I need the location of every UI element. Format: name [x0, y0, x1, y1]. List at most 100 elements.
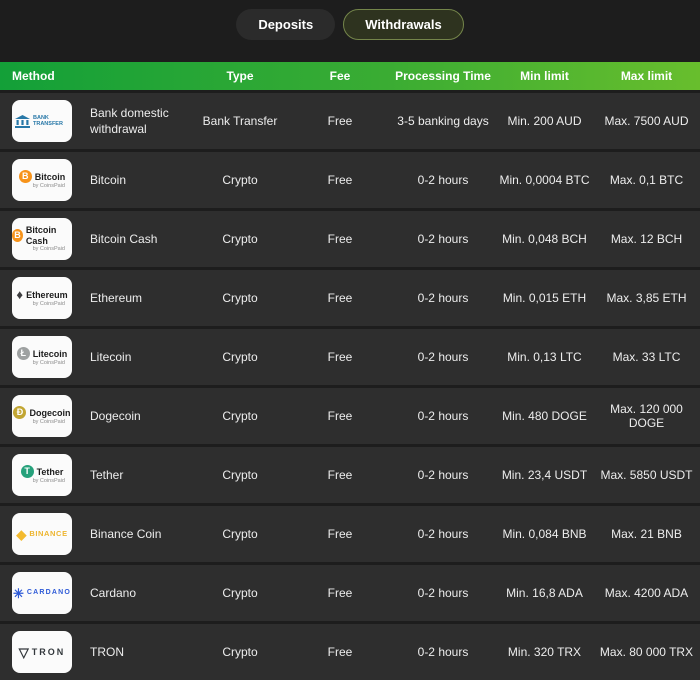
min-limit-cell: Min. 16,8 ADA — [506, 586, 583, 600]
binance-logo: ◆ BINANCE — [12, 513, 72, 555]
col-header-min-limit: Min limit — [520, 69, 569, 83]
method-label: Ethereum — [90, 290, 143, 305]
min-limit-cell: Min. 480 DOGE — [502, 409, 587, 423]
processing-time-cell: 0-2 hours — [417, 527, 469, 541]
max-limit-cell: Max. 7500 AUD — [604, 114, 689, 128]
min-limit-cell: Min. 0,13 LTC — [507, 350, 582, 364]
fee-cell: Free — [327, 232, 353, 246]
table-row: BANK TRANSFER Bank domestic withdrawal B… — [0, 93, 700, 149]
max-limit-cell: Max. 5850 USDT — [600, 468, 693, 482]
coinspaid-byline: by CoinsPaid — [32, 301, 65, 308]
coin-icon: ▽ — [18, 644, 29, 660]
payment-brand-name: TRON — [31, 646, 66, 657]
table-header: Method Type Fee Processing Time Min limi… — [0, 62, 700, 90]
method-cell: T Tether by CoinsPaid Tether — [0, 454, 190, 496]
method-cell: ◆ BINANCE Binance Coin — [0, 513, 190, 555]
coin-icon: Ð — [13, 406, 27, 420]
processing-time-cell: 0-2 hours — [417, 350, 469, 364]
type-cell: Crypto — [222, 350, 258, 364]
method-cell: B Bitcoin Cash by CoinsPaid Bitcoin Cash — [0, 218, 190, 260]
coin-icon: Ł — [16, 347, 30, 361]
method-label: Binance Coin — [90, 526, 162, 541]
coinspaid-byline: by CoinsPaid — [32, 183, 65, 190]
type-cell: Crypto — [222, 409, 258, 423]
coin-icon: ✳ — [12, 585, 24, 601]
table-row: ▽ TRON TRON Crypto Free 0-2 hours Min. 3… — [0, 624, 700, 680]
method-label: Litecoin — [90, 349, 132, 364]
payment-brand-name: Ethereum — [26, 289, 68, 300]
max-limit-cell: Max. 4200 ADA — [604, 586, 689, 600]
tab-withdrawals[interactable]: Withdrawals — [343, 9, 464, 40]
dogecoin-logo: Ð Dogecoin by CoinsPaid — [12, 395, 72, 437]
payment-brand-name: Bitcoin — [34, 171, 66, 182]
tab-deposits[interactable]: Deposits — [236, 9, 336, 40]
max-limit-cell: Max. 80 000 TRX — [599, 645, 694, 659]
col-header-processing-time: Processing Time — [395, 69, 491, 83]
method-label: Cardano — [90, 585, 137, 600]
fee-cell: Free — [327, 173, 353, 187]
tron-logo: ▽ TRON — [12, 631, 72, 673]
ethereum-logo: ♦ Ethereum by CoinsPaid — [12, 277, 72, 319]
coinspaid-byline: by CoinsPaid — [32, 360, 65, 367]
processing-time-cell: 0-2 hours — [417, 173, 469, 187]
max-limit-cell: Max. 12 BCH — [610, 232, 683, 246]
payment-brand-name: Litecoin — [32, 348, 68, 359]
max-limit-cell: Max. 3,85 ETH — [606, 291, 687, 305]
min-limit-cell: Min. 0,048 BCH — [502, 232, 587, 246]
max-limit-cell: Max. 0,1 BTC — [609, 173, 684, 187]
coinspaid-byline: by CoinsPaid — [32, 419, 65, 426]
table-row: Ł Litecoin by CoinsPaid Litecoin Crypto … — [0, 329, 700, 385]
tether-logo: T Tether by CoinsPaid — [12, 454, 72, 496]
max-limit-cell: Max. 33 LTC — [612, 350, 681, 364]
method-label: Tether — [90, 467, 124, 482]
bank-icon — [15, 114, 30, 128]
method-cell: Ł Litecoin by CoinsPaid Litecoin — [0, 336, 190, 378]
method-cell: ▽ TRON TRON — [0, 631, 190, 673]
col-header-max-limit: Max limit — [620, 69, 673, 83]
min-limit-cell: Min. 320 TRX — [507, 645, 582, 659]
type-cell: Crypto — [222, 645, 258, 659]
processing-time-cell: 0-2 hours — [417, 409, 469, 423]
processing-time-cell: 0-2 hours — [417, 586, 469, 600]
method-label: Bitcoin Cash — [90, 231, 158, 246]
fee-cell: Free — [327, 409, 353, 423]
type-cell: Crypto — [222, 468, 258, 482]
method-cell: ✳ CARDANO Cardano — [0, 572, 190, 614]
max-limit-cell: Max. 21 BNB — [611, 527, 682, 541]
type-cell: Bank Transfer — [202, 114, 278, 128]
type-cell: Crypto — [222, 173, 258, 187]
col-header-fee: Fee — [329, 69, 351, 83]
processing-time-cell: 0-2 hours — [417, 468, 469, 482]
table-row: ✳ CARDANO Cardano Crypto Free 0-2 hours … — [0, 565, 700, 621]
bitcoin-cash-logo: B Bitcoin Cash by CoinsPaid — [12, 218, 72, 260]
payment-brand-name: Dogecoin — [29, 407, 71, 418]
method-cell: ♦ Ethereum by CoinsPaid Ethereum — [0, 277, 190, 319]
payment-brand-name: Tether — [36, 466, 64, 477]
coin-icon: B — [18, 170, 32, 184]
min-limit-cell: Min. 0,0004 BTC — [499, 173, 590, 187]
min-limit-cell: Min. 23,4 USDT — [501, 468, 588, 482]
processing-time-cell: 0-2 hours — [417, 232, 469, 246]
min-limit-cell: Min. 0,084 BNB — [502, 527, 587, 541]
table-row: ◆ BINANCE Binance Coin Crypto Free 0-2 h… — [0, 506, 700, 562]
fee-cell: Free — [327, 586, 353, 600]
table-row: B Bitcoin by CoinsPaid Bitcoin Crypto Fr… — [0, 152, 700, 208]
coin-icon: ◆ — [16, 526, 27, 542]
type-cell: Crypto — [222, 291, 258, 305]
method-label: Bitcoin — [90, 172, 127, 187]
table-row: ♦ Ethereum by CoinsPaid Ethereum Crypto … — [0, 270, 700, 326]
fee-cell: Free — [327, 291, 353, 305]
min-limit-cell: Min. 0,015 ETH — [502, 291, 587, 305]
method-label: TRON — [90, 644, 124, 659]
type-cell: Crypto — [222, 232, 258, 246]
litecoin-logo: Ł Litecoin by CoinsPaid — [12, 336, 72, 378]
fee-cell: Free — [327, 468, 353, 482]
method-cell: BANK TRANSFER Bank domestic withdrawal — [0, 100, 190, 142]
coinspaid-byline: by CoinsPaid — [32, 246, 65, 253]
bitcoin-logo: B Bitcoin by CoinsPaid — [12, 159, 72, 201]
payment-brand-name: Bitcoin Cash — [25, 225, 57, 246]
payment-tabs: Deposits Withdrawals — [0, 0, 700, 62]
method-cell: Ð Dogecoin by CoinsPaid Dogecoin — [0, 395, 190, 437]
coin-icon: T — [20, 465, 34, 479]
fee-cell: Free — [327, 527, 353, 541]
